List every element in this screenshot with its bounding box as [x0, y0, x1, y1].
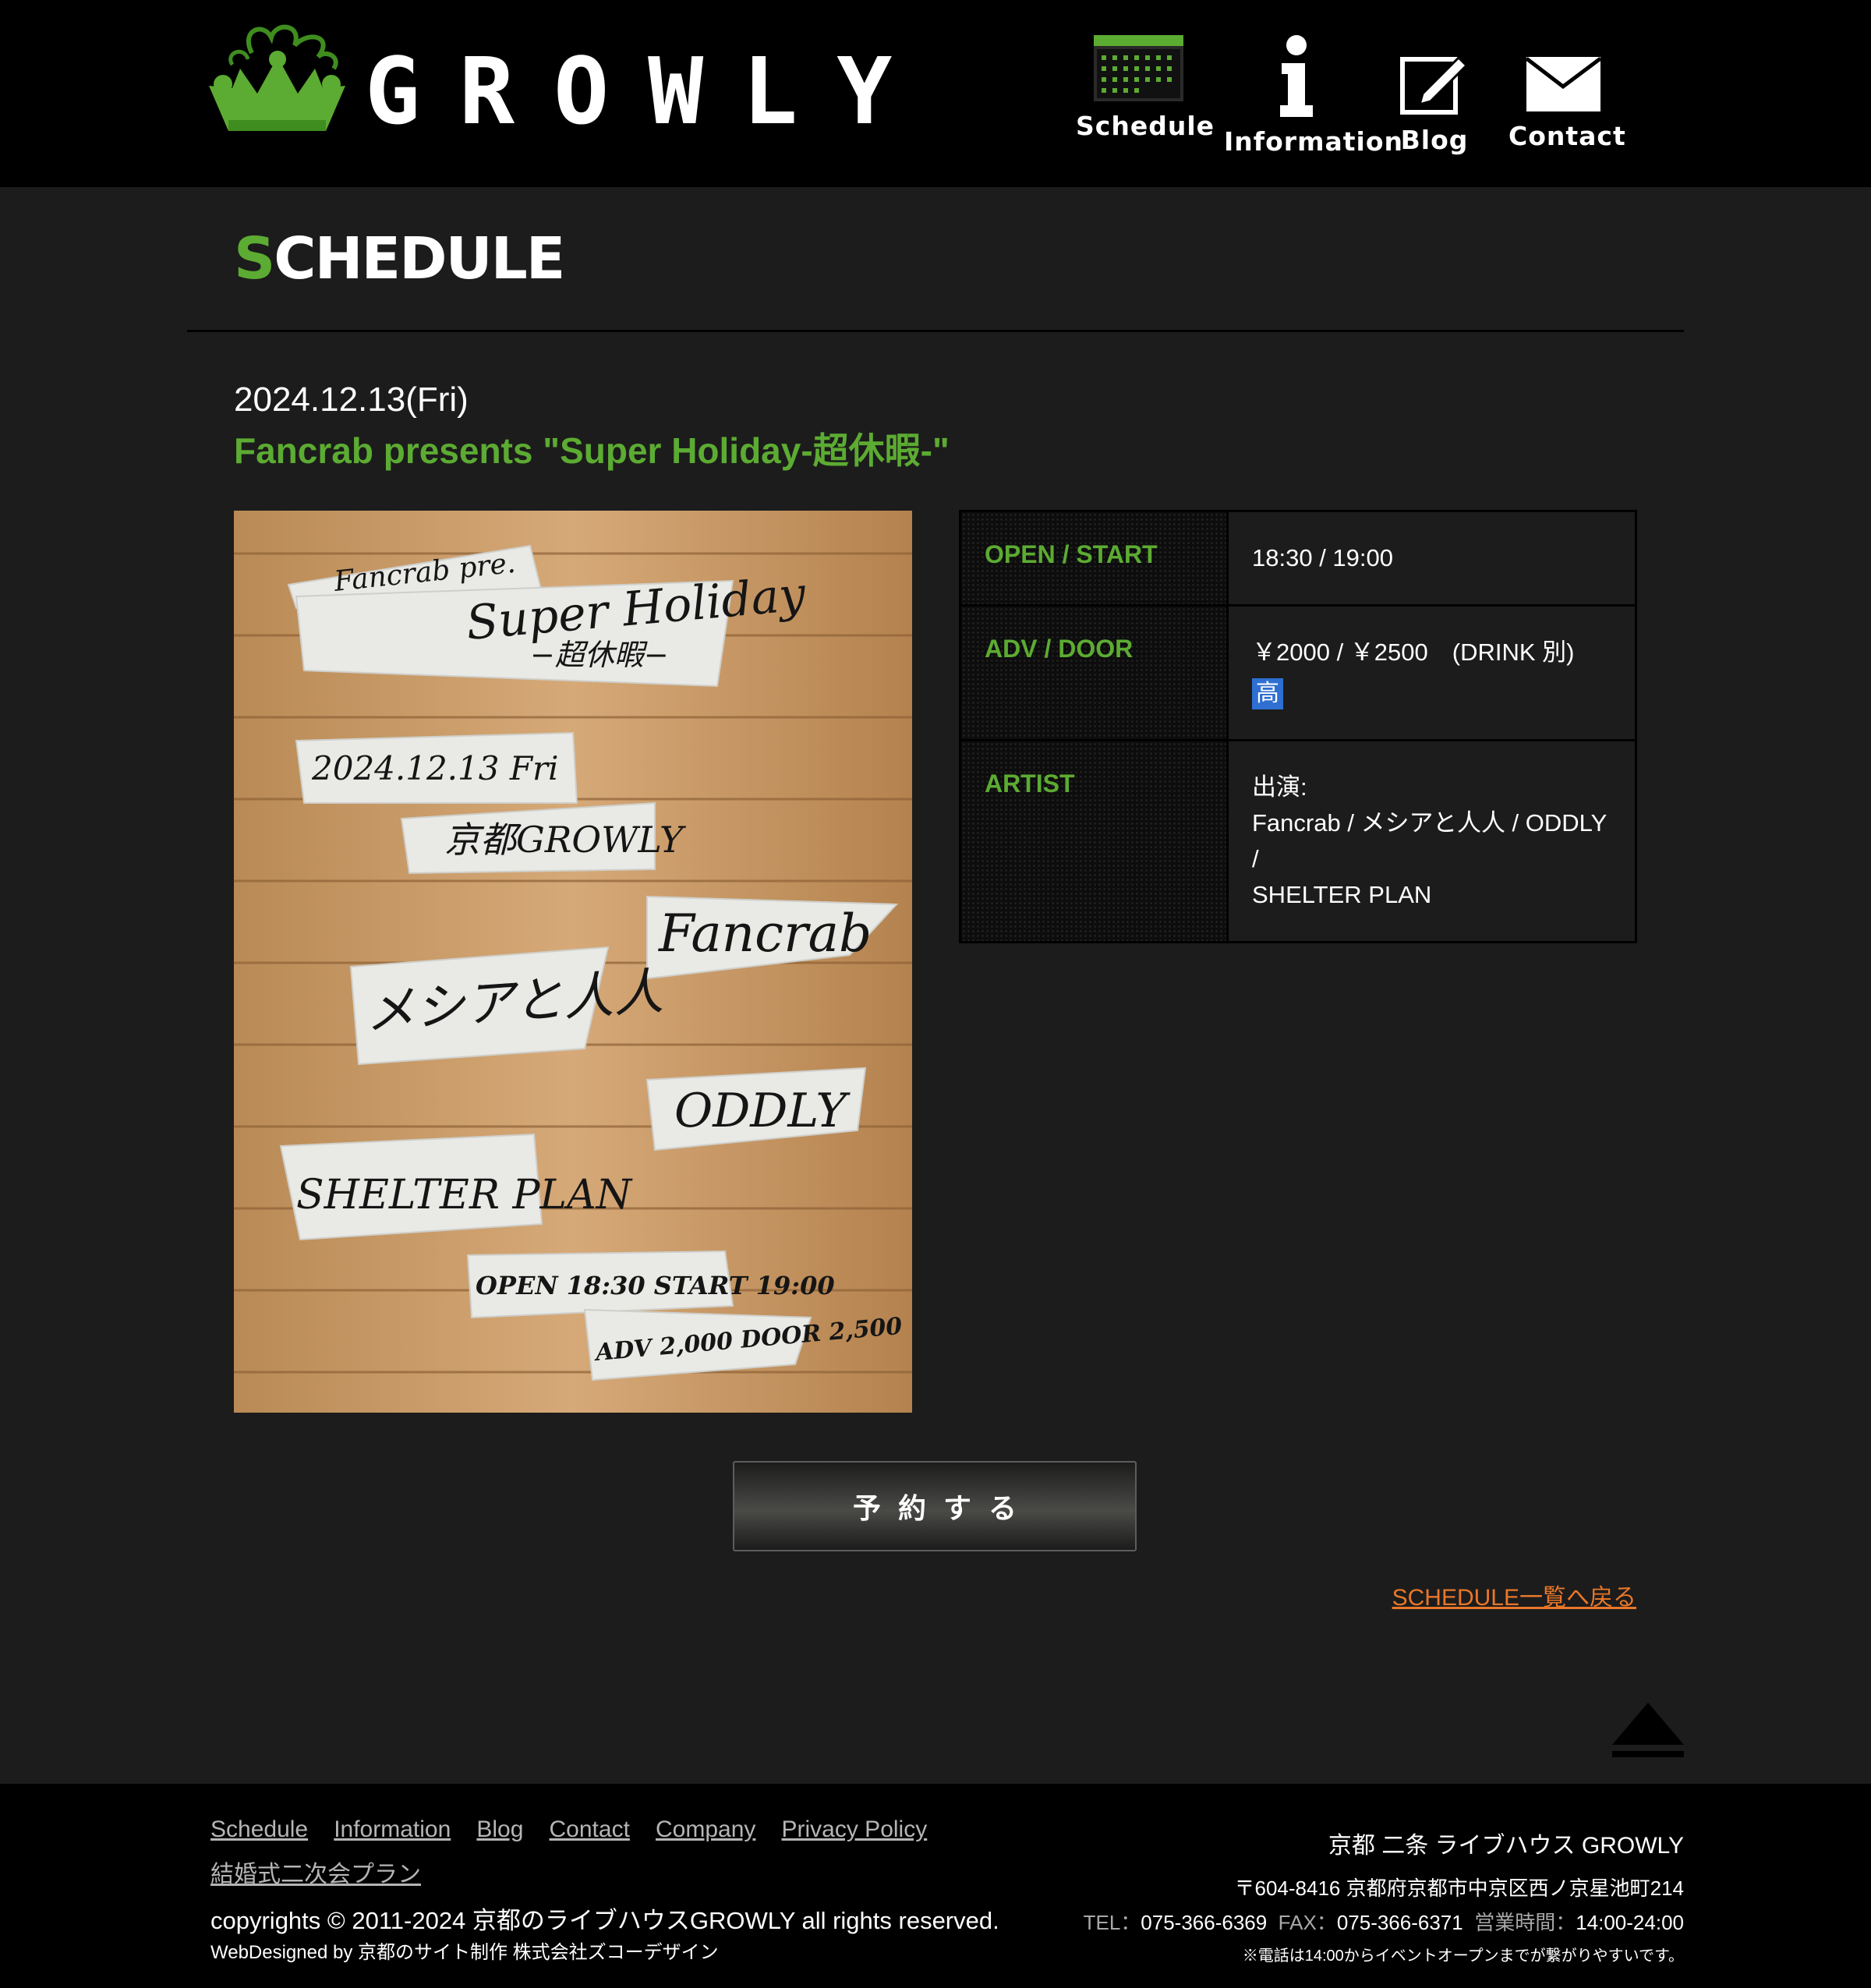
- price-cell: ￥2000 / ￥2500 (DRINK 別) 高: [1226, 604, 1637, 741]
- nav-blog[interactable]: Blog: [1399, 35, 1470, 168]
- footer-link-contact[interactable]: Contact: [550, 1813, 630, 1846]
- event-title: Fancrab presents "Super Holiday-超休暇-": [234, 430, 950, 471]
- webdesign-credit: WebDesigned by 京都のサイト制作 株式会社ズコーデザイン: [210, 1942, 719, 1963]
- pencil-note-icon: [1400, 55, 1469, 115]
- crown-icon: [209, 24, 345, 131]
- site-header: GROWLY Schedule Information Blog Contact: [0, 0, 1871, 187]
- price-value: ￥2000 / ￥2500 (DRINK 別): [1252, 638, 1575, 666]
- business-hours: 14:00-24:00: [1576, 1911, 1684, 1934]
- site-footer: Schedule Information Blog Contact Compan…: [0, 1784, 1871, 1988]
- site-logo[interactable]: GROWLY: [209, 22, 911, 139]
- artist-line-2: SHELTER PLAN: [1252, 881, 1432, 908]
- calendar-icon: [1093, 35, 1183, 101]
- page-title-initial: S: [234, 225, 275, 292]
- flyer-text-date: 2024.12.13 Fri: [311, 749, 558, 787]
- footer-nav: Schedule Information Blog Contact Compan…: [210, 1813, 990, 1904]
- page-top-arrow-icon[interactable]: [1612, 1703, 1684, 1759]
- info-row-price: ADV / DOOR ￥2000 / ￥2500 (DRINK 別) 高: [959, 604, 1637, 741]
- phone-note: ※電話は14:00からイベントオープンまでが繋がりやすいです。: [1242, 1947, 1684, 1965]
- fax-label: FAX：: [1278, 1911, 1337, 1934]
- copyright-text: copyrights © 2011-2024 京都のライブハウスGROWLY a…: [210, 1907, 999, 1934]
- nav-schedule-label: Schedule: [1076, 111, 1215, 141]
- fax-number: 075-366-6371: [1336, 1911, 1463, 1934]
- title-divider: [187, 330, 1684, 332]
- artist-label: ARTIST: [959, 739, 1229, 943]
- back-to-schedule-link[interactable]: SCHEDULE一覧へ戻る: [1392, 1578, 1636, 1612]
- info-row-artist: ARTIST 出演: Fancrab / メシアと人人 / ODDLY / SH…: [959, 739, 1637, 943]
- page-title-rest: CHEDULE: [274, 225, 565, 292]
- price-badge: 高: [1252, 678, 1283, 709]
- open-start-label: OPEN / START: [959, 510, 1229, 607]
- flyer-text-oddly: ODDLY: [674, 1084, 851, 1138]
- nav-information-label: Information: [1224, 126, 1403, 157]
- hours-label: 営業時間：: [1474, 1911, 1576, 1934]
- event-flyer: Fancrab pre. Super Holiday −超休暇− 2024.12…: [234, 511, 912, 1413]
- tel-label: TEL：: [1083, 1911, 1141, 1934]
- page-title: SCHEDULE: [234, 230, 565, 288]
- flyer-text-venue: 京都GROWLY: [444, 819, 687, 861]
- contact-line: TEL：075-366-6369 FAX：075-366-6371 営業時間：1…: [1084, 1907, 1684, 1936]
- event-info-table: OPEN / START 18:30 / 19:00 ADV / DOOR ￥2…: [959, 510, 1637, 943]
- logo-text: GROWLY: [365, 37, 932, 145]
- nav-contact-label: Contact: [1508, 121, 1626, 151]
- flyer-text-open-start: OPEN 18:30 START 19:00: [476, 1271, 835, 1300]
- open-start-value: 18:30 / 19:00: [1226, 510, 1637, 607]
- tel-number: 075-366-6369: [1141, 1911, 1268, 1934]
- footer-link-schedule[interactable]: Schedule: [210, 1813, 308, 1846]
- footer-link-information[interactable]: Information: [334, 1813, 451, 1846]
- envelope-icon: [1526, 57, 1600, 111]
- nav-information[interactable]: Information: [1224, 35, 1403, 168]
- info-row-open-start: OPEN / START 18:30 / 19:00: [959, 510, 1637, 607]
- price-label: ADV / DOOR: [959, 604, 1229, 741]
- footer-link-privacy-policy[interactable]: Privacy Policy: [782, 1813, 928, 1846]
- footer-link-blog[interactable]: Blog: [476, 1813, 523, 1846]
- flyer-text-subtitle: −超休暇−: [530, 638, 669, 672]
- event-date: 2024.12.13(Fri): [234, 380, 469, 419]
- artist-cell: 出演: Fancrab / メシアと人人 / ODDLY / SHELTER P…: [1226, 739, 1637, 943]
- artist-heading: 出演:: [1252, 773, 1307, 801]
- venue-address: 〒604-8416 京都府京都市中京区西ノ京星池町214: [1234, 1877, 1684, 1900]
- artist-line-1: Fancrab / メシアと人人 / ODDLY /: [1252, 809, 1607, 872]
- venue-name: 京都 二条 ライブハウス GROWLY: [1328, 1833, 1684, 1859]
- flyer-text-shelter-plan: SHELTER PLAN: [296, 1172, 633, 1219]
- nav-contact[interactable]: Contact: [1508, 35, 1626, 168]
- footer-link-company[interactable]: Company: [656, 1813, 755, 1846]
- nav-schedule[interactable]: Schedule: [1076, 35, 1215, 168]
- nav-blog-label: Blog: [1400, 125, 1469, 155]
- footer-link-wedding-plan[interactable]: 結婚式二次会プラン: [210, 1859, 421, 1891]
- reserve-button[interactable]: 予約する: [733, 1461, 1137, 1551]
- flyer-text-fancrab: Fancrab: [658, 904, 872, 964]
- info-icon: [1279, 35, 1313, 117]
